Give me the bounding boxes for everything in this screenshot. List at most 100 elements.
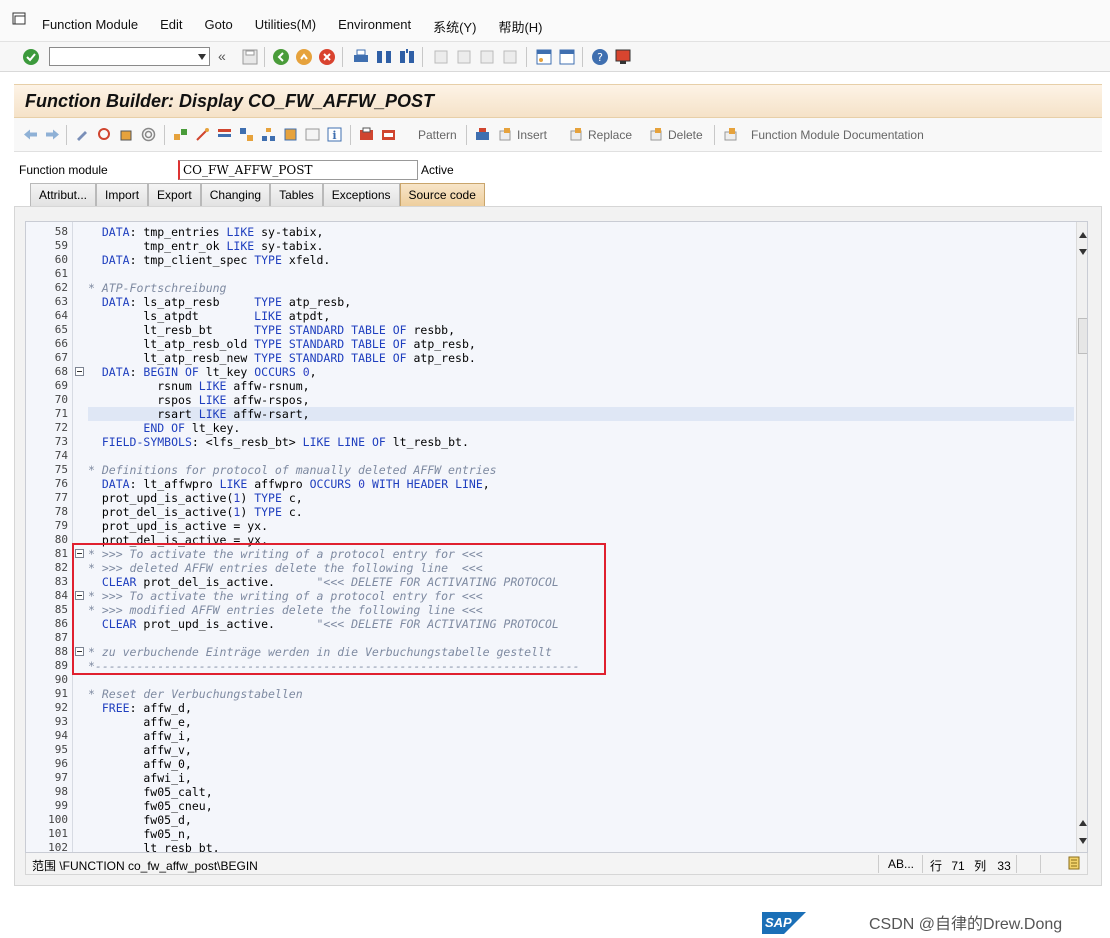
code-line[interactable]: DATA: lt_affwpro LIKE affwpro OCCURS 0 W… bbox=[88, 477, 1087, 491]
tree-icon[interactable] bbox=[282, 126, 299, 143]
code-line[interactable]: * ATP-Fortschreibung bbox=[88, 281, 1087, 295]
check-icon[interactable] bbox=[118, 126, 135, 143]
display-change-icon[interactable] bbox=[74, 126, 91, 143]
function-module-documentation-button[interactable]: Function Module Documentation bbox=[751, 128, 924, 142]
insert-icon[interactable] bbox=[497, 126, 514, 143]
fullscreen-icon[interactable] bbox=[304, 126, 321, 143]
tab-exceptions[interactable]: Exceptions bbox=[322, 183, 400, 206]
arrow-left-icon[interactable] bbox=[22, 126, 39, 143]
code-line[interactable]: ls_atpdt LIKE atpdt, bbox=[88, 309, 1087, 323]
code-line[interactable] bbox=[88, 449, 1087, 463]
code-line[interactable]: prot_del_is_active(1) TYPE c. bbox=[88, 505, 1087, 519]
first-page-icon[interactable] bbox=[432, 48, 450, 66]
collapse-icon[interactable]: « bbox=[218, 48, 226, 64]
save-icon[interactable] bbox=[241, 48, 259, 66]
code-line[interactable]: fw05_d, bbox=[88, 813, 1087, 827]
other-object-icon[interactable] bbox=[96, 126, 113, 143]
vertical-scrollbar[interactable] bbox=[1076, 222, 1087, 852]
dropdown-arrow-icon[interactable] bbox=[198, 54, 206, 60]
code-line[interactable]: tmp_entr_ok LIKE sy-tabix. bbox=[88, 239, 1087, 253]
code-line[interactable]: affw_v, bbox=[88, 743, 1087, 757]
code-line[interactable]: DATA: tmp_entries LIKE sy-tabix, bbox=[88, 225, 1087, 239]
code-line[interactable]: * Definitions for protocol of manually d… bbox=[88, 463, 1087, 477]
code-line[interactable]: lt_atp_resb_old TYPE STANDARD TABLE OF a… bbox=[88, 337, 1087, 351]
find-icon[interactable] bbox=[375, 48, 393, 66]
arrow-right-icon[interactable] bbox=[44, 126, 61, 143]
print-icon[interactable] bbox=[352, 48, 370, 66]
code-line[interactable]: FIELD-SYMBOLS: <lfs_resb_bt> LIKE LINE O… bbox=[88, 435, 1087, 449]
code-line[interactable]: fw05_cneu, bbox=[88, 799, 1087, 813]
code-line[interactable] bbox=[88, 673, 1087, 687]
scroll-down-icon[interactable] bbox=[1079, 249, 1087, 255]
code-line[interactable]: rsnum LIKE affw-rsnum, bbox=[88, 379, 1087, 393]
object-list-icon[interactable] bbox=[216, 126, 233, 143]
code-line[interactable]: rspos LIKE affw-rspos, bbox=[88, 393, 1087, 407]
scroll-up-icon[interactable] bbox=[1079, 232, 1087, 238]
code-line[interactable]: fw05_n, bbox=[88, 827, 1087, 841]
command-field[interactable] bbox=[49, 47, 210, 66]
help-icon[interactable]: ? bbox=[591, 48, 609, 66]
delete-button[interactable]: Delete bbox=[668, 128, 703, 142]
code-editor[interactable]: 58 59 60 61 62 63 64 65 66 67 68 69 70 71 72 73 74 75 76 77… bbox=[25, 221, 1088, 853]
code-area[interactable]: DATA: tmp_entries LIKE sy-tabix, tmp_ent… bbox=[88, 222, 1087, 852]
external-breakpoint-icon[interactable] bbox=[380, 126, 397, 143]
exit-icon[interactable] bbox=[295, 48, 313, 66]
breakpoint-icon[interactable] bbox=[358, 126, 375, 143]
activate-icon[interactable] bbox=[140, 126, 157, 143]
menu-item[interactable]: 系统(Y) bbox=[433, 17, 476, 36]
replace-icon[interactable] bbox=[568, 126, 585, 143]
layout-menu-icon[interactable] bbox=[614, 48, 632, 66]
enter-check-icon[interactable] bbox=[22, 48, 40, 66]
tab-export[interactable]: Export bbox=[148, 183, 201, 206]
scroll-page-down-icon[interactable] bbox=[1079, 838, 1087, 844]
find-next-icon[interactable] bbox=[398, 48, 416, 66]
delete-icon[interactable] bbox=[648, 126, 665, 143]
code-line[interactable]: lt_atp_resb_new TYPE STANDARD TABLE OF a… bbox=[88, 351, 1087, 365]
where-used-icon[interactable] bbox=[172, 126, 189, 143]
code-line[interactable]: lt_resb_bt, bbox=[88, 841, 1087, 852]
tab-import[interactable]: Import bbox=[96, 183, 149, 206]
navigation-window-icon[interactable] bbox=[238, 126, 255, 143]
info-icon[interactable]: i bbox=[326, 126, 343, 143]
menu-item[interactable]: Goto bbox=[205, 17, 233, 36]
code-line[interactable]: DATA: tmp_client_spec TYPE xfeld. bbox=[88, 253, 1087, 267]
tab-source-code[interactable]: Source code bbox=[399, 183, 485, 206]
system-menu-icon[interactable] bbox=[12, 12, 28, 26]
code-line[interactable]: * Reset der Verbuchungstabellen bbox=[88, 687, 1087, 701]
documentation-icon[interactable] bbox=[722, 126, 739, 143]
new-session-icon[interactable] bbox=[535, 48, 553, 66]
pretty-printer-icon[interactable] bbox=[474, 126, 491, 143]
shortcut-icon[interactable] bbox=[558, 48, 576, 66]
code-line[interactable]: prot_upd_is_active = yx. bbox=[88, 519, 1087, 533]
last-page-icon[interactable] bbox=[501, 48, 519, 66]
fold-toggle-icon[interactable] bbox=[75, 367, 84, 376]
code-line[interactable]: affw_0, bbox=[88, 757, 1087, 771]
tab-attribut[interactable]: Attribut... bbox=[30, 183, 97, 206]
code-line[interactable]: DATA: BEGIN OF lt_key OCCURS 0, bbox=[88, 365, 1087, 379]
code-line[interactable]: DATA: ls_atp_resb TYPE atp_resb, bbox=[88, 295, 1087, 309]
code-line[interactable]: fw05_calt, bbox=[88, 785, 1087, 799]
code-line[interactable] bbox=[88, 267, 1087, 281]
replace-button[interactable]: Replace bbox=[588, 128, 632, 142]
notes-icon[interactable] bbox=[1067, 856, 1081, 870]
code-line[interactable]: END OF lt_key. bbox=[88, 421, 1087, 435]
hierarchy-icon[interactable] bbox=[260, 126, 277, 143]
menu-item[interactable]: 帮助(H) bbox=[498, 17, 542, 36]
code-line[interactable]: prot_upd_is_active(1) TYPE c, bbox=[88, 491, 1087, 505]
code-line[interactable]: lt_resb_bt TYPE STANDARD TABLE OF resbb, bbox=[88, 323, 1087, 337]
menu-item[interactable]: Function Module bbox=[42, 17, 138, 36]
cancel-icon[interactable] bbox=[318, 48, 336, 66]
function-module-field[interactable]: CO_FW_AFFW_POST bbox=[178, 160, 418, 180]
menu-item[interactable]: Environment bbox=[338, 17, 411, 36]
pattern-button[interactable]: Pattern bbox=[418, 128, 457, 142]
back-icon[interactable] bbox=[272, 48, 290, 66]
code-line[interactable]: rsart LIKE affw-rsart, bbox=[88, 407, 1087, 421]
magic-wand-icon[interactable] bbox=[194, 126, 211, 143]
previous-page-icon[interactable] bbox=[455, 48, 473, 66]
tab-tables[interactable]: Tables bbox=[270, 183, 323, 206]
code-line[interactable]: FREE: affw_d, bbox=[88, 701, 1087, 715]
scroll-thumb[interactable] bbox=[1078, 318, 1087, 354]
code-line[interactable]: affw_e, bbox=[88, 715, 1087, 729]
insert-button[interactable]: Insert bbox=[517, 128, 547, 142]
menu-item[interactable]: Utilities(M) bbox=[255, 17, 316, 36]
